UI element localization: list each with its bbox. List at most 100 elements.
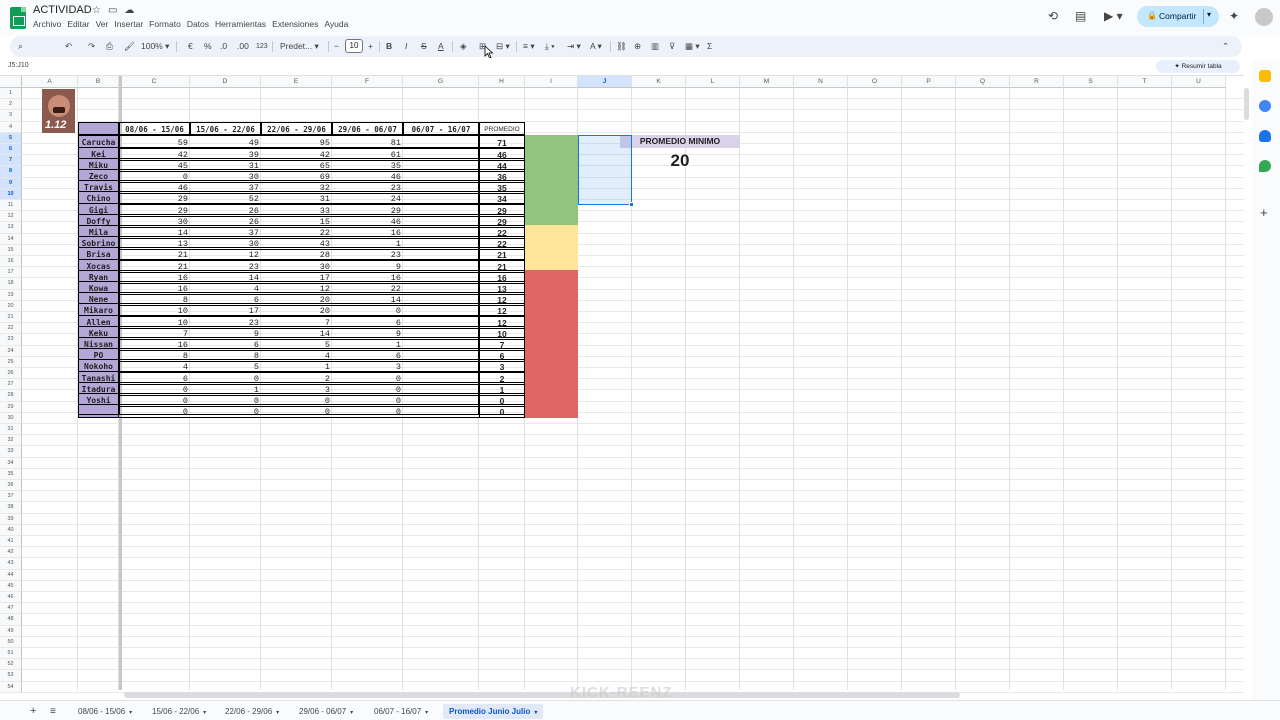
chevron-down-icon[interactable]: ▾ bbox=[203, 710, 206, 716]
paint-format-icon[interactable]: 🖌 bbox=[124, 40, 135, 53]
redo-icon[interactable]: ↷ bbox=[88, 40, 95, 53]
column-header-d[interactable]: D bbox=[190, 76, 261, 88]
row-header[interactable]: 39 bbox=[0, 513, 22, 525]
chevron-down-icon[interactable]: ▾ bbox=[534, 710, 537, 716]
sheet-tab[interactable]: 29/06 - 06/07 ▾ bbox=[293, 704, 359, 719]
column-header-k[interactable]: K bbox=[632, 76, 686, 88]
italic-icon[interactable]: I bbox=[405, 40, 407, 53]
decrease-decimals-button[interactable]: .0 bbox=[220, 40, 227, 53]
menu-item[interactable]: Ver bbox=[96, 19, 109, 29]
sheet-grid[interactable]: A B C D E F G H I J K L M N O P Q R S T U 1 2 3 4 5 6 7 8 9 10 11 12 13 14… bbox=[0, 76, 1244, 693]
column-header-m[interactable]: M bbox=[740, 76, 794, 88]
row-header[interactable]: 5 bbox=[0, 132, 22, 144]
row-header[interactable]: 43 bbox=[0, 558, 22, 570]
row-header[interactable]: 53 bbox=[0, 670, 22, 682]
insert-chart-icon[interactable]: ▥ bbox=[651, 40, 659, 53]
column-header-u[interactable]: U bbox=[1172, 76, 1226, 88]
row-header[interactable]: 49 bbox=[0, 625, 22, 637]
print-icon[interactable]: ⎙ bbox=[106, 40, 113, 53]
row-header[interactable]: 33 bbox=[0, 446, 22, 458]
font-size-increase-button[interactable]: + bbox=[368, 40, 373, 53]
row-header[interactable]: 8 bbox=[0, 166, 22, 178]
summarize-table-button[interactable]: ✦ Resumir tabla bbox=[1156, 60, 1240, 73]
font-select[interactable]: Predet... ▾ bbox=[280, 40, 319, 53]
row-header[interactable]: 2 bbox=[0, 99, 22, 111]
row-header[interactable]: 29 bbox=[0, 401, 22, 413]
name-box[interactable]: J5:J10 bbox=[8, 62, 29, 69]
select-all-corner[interactable] bbox=[0, 76, 22, 88]
menu-item[interactable]: Ayuda bbox=[324, 19, 348, 29]
insert-link-icon[interactable]: ⛓ bbox=[616, 40, 627, 53]
menu-item[interactable]: Formato bbox=[149, 19, 181, 29]
menu-item[interactable]: Insertar bbox=[114, 19, 143, 29]
row-header[interactable]: 52 bbox=[0, 659, 22, 671]
row-header[interactable]: 32 bbox=[0, 435, 22, 447]
merge-cells-icon[interactable]: ⊟ ▾ bbox=[496, 40, 510, 53]
column-header-e[interactable]: E bbox=[261, 76, 332, 88]
row-header[interactable]: 22 bbox=[0, 323, 22, 335]
tasks-icon[interactable] bbox=[1259, 100, 1271, 112]
sheets-logo-icon[interactable] bbox=[10, 7, 26, 29]
horizontal-align-icon[interactable]: ≡ ▾ bbox=[523, 40, 535, 53]
row-header[interactable]: 40 bbox=[0, 524, 22, 536]
share-button[interactable]: 🔒 Compartir ▾ bbox=[1137, 6, 1219, 27]
text-rotation-icon[interactable]: A ▾ bbox=[590, 40, 602, 53]
all-sheets-icon[interactable]: ≡ bbox=[44, 704, 62, 719]
add-addon-icon[interactable]: + bbox=[1260, 205, 1268, 220]
move-folder-icon[interactable]: ▭ bbox=[108, 5, 117, 16]
row-header[interactable]: 51 bbox=[0, 648, 22, 660]
row-header[interactable]: 54 bbox=[0, 681, 22, 693]
row-header[interactable]: 9 bbox=[0, 177, 22, 189]
filter-views-icon[interactable]: ▦ ▾ bbox=[685, 40, 700, 53]
column-header-o[interactable]: O bbox=[848, 76, 902, 88]
row-header[interactable]: 48 bbox=[0, 614, 22, 626]
column-header-t[interactable]: T bbox=[1118, 76, 1172, 88]
row-header[interactable]: 3 bbox=[0, 110, 22, 122]
row-header[interactable]: 45 bbox=[0, 580, 22, 592]
row-header[interactable]: 18 bbox=[0, 278, 22, 290]
row-header[interactable]: 38 bbox=[0, 502, 22, 514]
chevron-down-icon[interactable]: ▾ bbox=[425, 710, 428, 716]
row-header[interactable]: 11 bbox=[0, 200, 22, 212]
fill-handle[interactable] bbox=[629, 201, 634, 207]
bold-icon[interactable]: B bbox=[386, 40, 392, 53]
filter-icon[interactable]: ⊽ bbox=[669, 40, 675, 53]
row-header[interactable]: 4 bbox=[0, 121, 22, 133]
row-header[interactable]: 12 bbox=[0, 211, 22, 223]
column-header-p[interactable]: P bbox=[902, 76, 956, 88]
column-header-j[interactable]: J bbox=[578, 76, 632, 88]
column-header-b[interactable]: B bbox=[78, 76, 119, 88]
column-header-i[interactable]: I bbox=[525, 76, 578, 88]
row-header[interactable]: 1 bbox=[0, 88, 22, 100]
column-header-g[interactable]: G bbox=[403, 76, 479, 88]
horizontal-scrollbar[interactable] bbox=[124, 692, 960, 698]
strikethrough-icon[interactable]: S bbox=[421, 40, 427, 53]
row-header[interactable]: 30 bbox=[0, 412, 22, 424]
font-size-decrease-button[interactable]: − bbox=[334, 40, 339, 53]
keep-icon[interactable] bbox=[1259, 70, 1271, 82]
collapse-menus-icon[interactable]: ⌃ bbox=[1222, 40, 1229, 53]
insert-comment-icon[interactable]: ⊕ bbox=[634, 40, 641, 53]
row-header[interactable]: 34 bbox=[0, 457, 22, 469]
row-header[interactable]: 19 bbox=[0, 289, 22, 301]
font-size-input[interactable]: 10 bbox=[345, 39, 363, 53]
row-header[interactable]: 25 bbox=[0, 356, 22, 368]
star-icon[interactable]: ☆ bbox=[92, 5, 101, 16]
column-header-c[interactable]: C bbox=[119, 76, 190, 88]
avatar[interactable] bbox=[1255, 8, 1273, 26]
menu-item[interactable]: Archivo bbox=[33, 19, 61, 29]
row-header[interactable]: 37 bbox=[0, 491, 22, 503]
column-header-s[interactable]: S bbox=[1064, 76, 1118, 88]
gemini-icon[interactable]: ✦ bbox=[1229, 9, 1239, 23]
column-header-f[interactable]: F bbox=[332, 76, 403, 88]
column-header-r[interactable]: R bbox=[1010, 76, 1064, 88]
increase-decimals-button[interactable]: .00 bbox=[237, 40, 249, 53]
document-title[interactable]: ACTIVIDAD bbox=[33, 4, 92, 16]
row-header[interactable]: 16 bbox=[0, 256, 22, 268]
meet-icon[interactable]: ▶ ▾ bbox=[1104, 9, 1123, 23]
row-header[interactable]: 27 bbox=[0, 379, 22, 391]
row-header[interactable]: 47 bbox=[0, 603, 22, 615]
row-header[interactable]: 28 bbox=[0, 390, 22, 402]
menu-item[interactable]: Extensiones bbox=[272, 19, 318, 29]
menu-item[interactable]: Editar bbox=[67, 19, 89, 29]
